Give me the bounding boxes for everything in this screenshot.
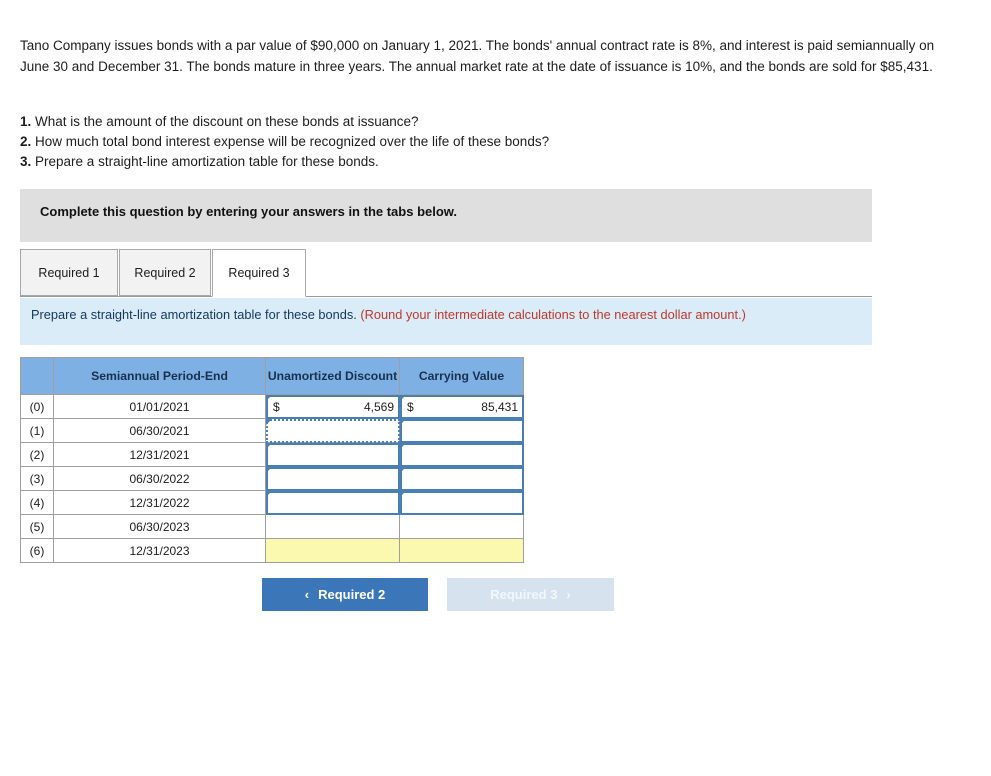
period-end-date: 06/30/2022 <box>53 466 266 491</box>
tab-required-2[interactable]: Required 2 <box>119 249 211 296</box>
tab-required-3-label: Required 3 <box>228 266 290 280</box>
unamortized-discount-cell <box>265 514 400 539</box>
amortization-table-head: Semiannual Period-End Unamortized Discou… <box>20 357 524 395</box>
header-period-end: Semiannual Period-End <box>53 357 266 395</box>
period-end-date: 06/30/2023 <box>53 514 266 539</box>
chevron-left-icon: ‹ <box>304 587 310 602</box>
tab-strip-baseline <box>20 296 872 297</box>
instruction-banner: Complete this question by entering your … <box>20 189 872 242</box>
carrying-value-cell[interactable]: $85,431 <box>399 394 524 419</box>
question-text-3: Prepare a straight-line amortization tab… <box>35 154 379 169</box>
problem-statement: Tano Company issues bonds with a par val… <box>20 38 935 74</box>
question-text-1: What is the amount of the discount on th… <box>35 114 419 129</box>
carrying-value-cell <box>399 514 524 539</box>
unamortized-discount-cell[interactable] <box>265 418 400 443</box>
currency-symbol: $ <box>407 399 414 414</box>
carrying-value-cell[interactable] <box>399 490 524 515</box>
header-carrying-value: Carrying Value <box>399 357 524 395</box>
question-number-2: 2. <box>20 134 32 149</box>
question-text-2: How much total bond interest expense wil… <box>35 134 550 149</box>
table-row: (0) 01/01/2021 $4,569 $85,431 <box>20 394 524 419</box>
instruction-banner-text: Complete this question by entering your … <box>40 204 458 219</box>
prev-required-button[interactable]: ‹ Required 2 <box>262 578 428 611</box>
unamortized-discount-cell[interactable] <box>265 442 400 467</box>
requirement-panel-text: Prepare a straight-line amortization tab… <box>31 306 831 323</box>
question-item-2: 2. How much total bond interest expense … <box>20 132 920 152</box>
exercise-page: Tano Company issues bonds with a par val… <box>0 0 991 776</box>
header-index <box>20 357 54 395</box>
amortization-table-body: (0) 01/01/2021 $4,569 $85,431 (1) 06/30/2021(… <box>20 394 524 563</box>
period-end-date: 01/01/2021 <box>53 394 266 419</box>
unamortized-discount-cell[interactable] <box>265 490 400 515</box>
period-end-date: 12/31/2023 <box>53 538 266 563</box>
table-row: (5) 06/30/2023 <box>20 514 524 539</box>
cell-value: 4,569 <box>363 399 394 414</box>
carrying-value-cell[interactable] <box>399 442 524 467</box>
table-header-row: Semiannual Period-End Unamortized Discou… <box>20 357 524 395</box>
tab-required-2-label: Required 2 <box>134 265 196 280</box>
row-index: (5) <box>20 514 54 539</box>
question-item-1: 1. What is the amount of the discount on… <box>20 112 920 132</box>
tab-strip: Required 1 Required 2 Required 3 <box>20 249 872 297</box>
tab-required-1-label: Required 1 <box>38 265 100 280</box>
next-required-button[interactable]: Required 3 › <box>447 578 614 611</box>
question-number-3: 3. <box>20 154 32 169</box>
carrying-value-cell[interactable] <box>399 418 524 443</box>
row-index: (0) <box>20 394 54 419</box>
unamortized-discount-cell[interactable] <box>265 538 400 563</box>
row-index: (6) <box>20 538 54 563</box>
requirement-hint: (Round your intermediate calculations to… <box>360 307 746 322</box>
cell-corner-marker-icon <box>400 467 406 473</box>
header-unamortized-discount: Unamortized Discount <box>265 357 400 395</box>
cell-content: $85,431 <box>400 400 523 414</box>
table-row: (4) 12/31/2022 <box>20 490 524 515</box>
requirement-instruction: Prepare a straight-line amortization tab… <box>31 307 357 322</box>
row-index: (1) <box>20 418 54 443</box>
requirement-panel: Prepare a straight-line amortization tab… <box>20 298 872 345</box>
cell-corner-marker-icon <box>400 419 406 425</box>
cell-corner-marker-icon <box>400 443 406 449</box>
question-item-3: 3. Prepare a straight-line amortization … <box>20 152 920 172</box>
table-row: (2) 12/31/2021 <box>20 442 524 467</box>
tab-required-3[interactable]: Required 3 <box>212 249 306 297</box>
table-row: (6) 12/31/2023 <box>20 538 524 563</box>
cell-corner-marker-icon <box>266 467 272 473</box>
question-list: 1. What is the amount of the discount on… <box>20 112 920 172</box>
prev-required-label: Required 2 <box>318 587 386 602</box>
currency-symbol: $ <box>273 399 280 414</box>
period-end-date: 06/30/2021 <box>53 418 266 443</box>
cell-corner-marker-icon <box>400 491 406 497</box>
tab-required-1[interactable]: Required 1 <box>20 249 118 296</box>
row-index: (4) <box>20 490 54 515</box>
carrying-value-cell[interactable] <box>399 538 524 563</box>
table-row: (1) 06/30/2021 <box>20 418 524 443</box>
question-number-1: 1. <box>20 114 32 129</box>
cell-value: 85,431 <box>481 399 518 414</box>
cell-content: $4,569 <box>266 400 399 414</box>
table-row: (3) 06/30/2022 <box>20 466 524 491</box>
unamortized-discount-cell[interactable]: $4,569 <box>265 394 400 419</box>
period-end-date: 12/31/2022 <box>53 490 266 515</box>
cell-corner-marker-icon <box>266 419 272 425</box>
chevron-right-icon: › <box>566 587 571 602</box>
amortization-table: Semiannual Period-End Unamortized Discou… <box>20 357 524 563</box>
row-index: (2) <box>20 442 54 467</box>
row-index: (3) <box>20 466 54 491</box>
cell-corner-marker-icon <box>266 491 272 497</box>
next-required-label: Required 3 <box>490 587 558 602</box>
carrying-value-cell[interactable] <box>399 466 524 491</box>
period-end-date: 12/31/2021 <box>53 442 266 467</box>
unamortized-discount-cell[interactable] <box>265 466 400 491</box>
cell-corner-marker-icon <box>266 443 272 449</box>
